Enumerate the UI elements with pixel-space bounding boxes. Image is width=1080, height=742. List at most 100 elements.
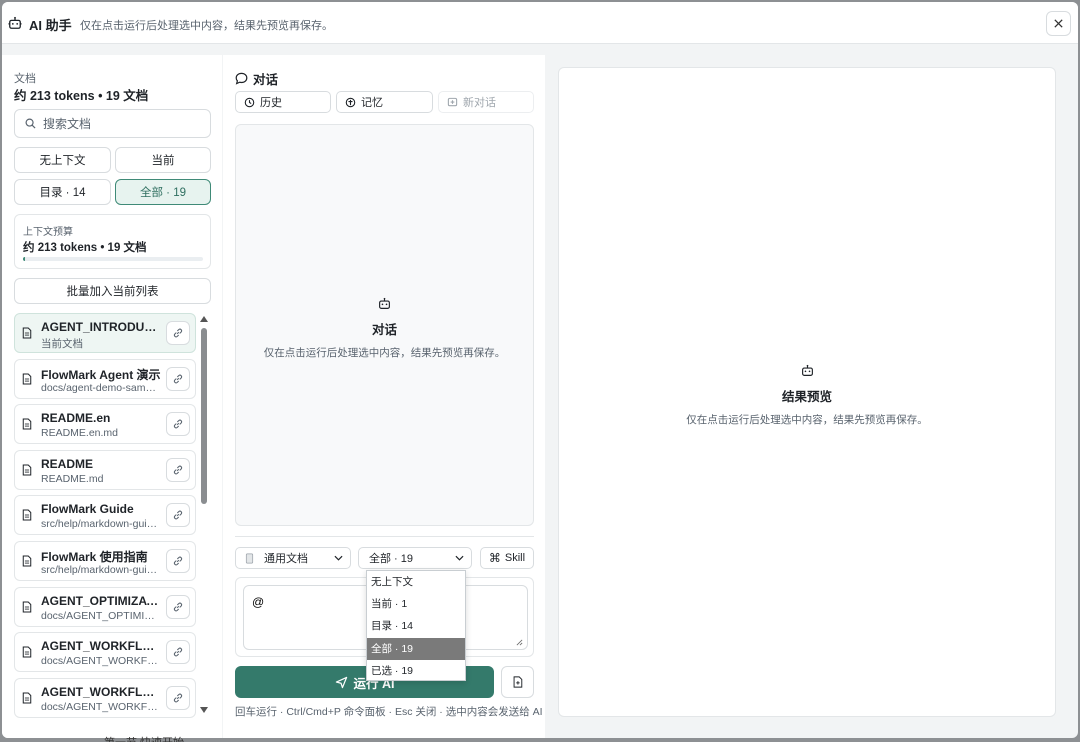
budget-value: 约 213 tokens • 19 文档 bbox=[23, 242, 147, 254]
history-button[interactable]: 历史 bbox=[235, 91, 331, 113]
chat-header: 对话 bbox=[235, 69, 278, 88]
document-icon bbox=[22, 373, 32, 388]
chevron-down-icon bbox=[455, 555, 464, 561]
document-title: AGENT_WORKFLOW bbox=[41, 639, 161, 654]
document-title: FlowMark Agent 演示 bbox=[41, 367, 161, 382]
document-icon bbox=[22, 601, 32, 616]
chat-empty-subtitle: 仅在点击运行后处理选中内容，结果先预览再保存。 bbox=[263, 347, 506, 359]
dropdown-option[interactable]: 无上下文 bbox=[367, 571, 465, 593]
document-title: README.en bbox=[41, 411, 111, 426]
document-path: docs/agent-demo-sample.md bbox=[41, 381, 159, 394]
scope-current-button[interactable]: 当前 bbox=[115, 147, 211, 173]
document-path: docs/AGENT_WORKFLOW.md bbox=[41, 700, 159, 713]
link-document-button[interactable] bbox=[166, 640, 190, 665]
link-document-button[interactable] bbox=[166, 366, 190, 391]
memory-label: 记忆 bbox=[361, 97, 383, 109]
documents-label: 文档 bbox=[14, 73, 36, 85]
document-list-item[interactable]: README README.md bbox=[14, 449, 196, 490]
attach-file-button[interactable] bbox=[501, 666, 534, 698]
document-search[interactable] bbox=[14, 109, 211, 138]
template-select-value: 通用文档 bbox=[264, 553, 308, 565]
scope-directory-button[interactable]: 目录 · 14 bbox=[14, 179, 111, 205]
document-icon bbox=[22, 327, 32, 342]
preview-empty-state: 结果预览 仅在点击运行后处理选中内容，结果先预览再保存。 bbox=[559, 364, 1055, 427]
document-title: FlowMark 使用指南 bbox=[41, 550, 148, 564]
scroll-up-arrow-icon[interactable] bbox=[200, 316, 208, 322]
batch-add-button[interactable]: 批量加入当前列表 bbox=[14, 278, 211, 304]
document-list-item[interactable]: AGENT_OPTIMIZATIONdocs/AGENT_OPTIMIZATIO… bbox=[14, 586, 196, 627]
link-document-button[interactable] bbox=[166, 321, 190, 345]
document-list-item[interactable]: AGENT_WORKFLOWdocs/AGENT_WORKFLOW.md bbox=[14, 677, 196, 718]
link-document-button[interactable] bbox=[166, 594, 190, 619]
dropdown-option[interactable]: 已选 · 19 bbox=[367, 660, 465, 682]
document-icon bbox=[22, 555, 32, 570]
link-document-button[interactable] bbox=[166, 549, 190, 573]
document-path: src/help/markdown-guide.md bbox=[41, 564, 159, 576]
document-path: docs/AGENT_WORKFLOW.md bbox=[41, 655, 159, 668]
scroll-down-arrow-icon[interactable] bbox=[200, 707, 208, 713]
document-list-item[interactable]: README.en README.en.md bbox=[14, 404, 196, 445]
close-icon bbox=[1054, 19, 1063, 28]
document-icon bbox=[245, 553, 254, 563]
link-icon bbox=[172, 646, 184, 658]
document-list-item[interactable]: FlowMark Agent 演示docs/agent-demo-sample.… bbox=[14, 358, 196, 399]
link-document-button[interactable] bbox=[166, 503, 190, 528]
document-list-item[interactable]: FlowMark 使用指南src/help/markdown-guide.md bbox=[14, 541, 196, 581]
search-input[interactable] bbox=[43, 115, 203, 133]
budget-label: 上下文预算 bbox=[23, 227, 73, 238]
template-select[interactable]: 通用文档 bbox=[235, 547, 351, 569]
document-list-item[interactable]: AGENT_INTRODUCTION 当前文档 bbox=[14, 313, 196, 353]
link-icon bbox=[172, 327, 184, 339]
close-button[interactable] bbox=[1046, 11, 1071, 36]
background-document-text: 第一节 快速开始 bbox=[104, 734, 184, 742]
document-icon bbox=[22, 464, 32, 479]
dropdown-option[interactable]: 全部 · 19 bbox=[367, 637, 465, 660]
history-icon bbox=[244, 97, 255, 107]
context-budget-card: 上下文预算 约 213 tokens • 19 文档 bbox=[14, 214, 211, 269]
scope-select[interactable]: 全部 · 19 bbox=[358, 547, 472, 569]
link-icon bbox=[172, 601, 184, 613]
chat-title: 对话 bbox=[253, 73, 279, 87]
new-chat-button[interactable]: 新对话 bbox=[438, 91, 534, 113]
title-bar: AI 助手 仅在点击运行后处理选中内容，结果先预览再保存。 bbox=[2, 2, 1078, 44]
result-preview-panel: 结果预览 仅在点击运行后处理选中内容，结果先预览再保存。 bbox=[558, 67, 1056, 717]
document-title: AGENT_OPTIMIZATION bbox=[41, 593, 161, 608]
scrollbar-thumb[interactable] bbox=[201, 328, 207, 504]
chat-bubble-icon bbox=[235, 72, 248, 85]
divider bbox=[235, 536, 534, 537]
chat-empty-state: 对话 仅在点击运行后处理选中内容，结果先预览再保存。 bbox=[236, 297, 533, 360]
document-path: README.md bbox=[41, 472, 104, 485]
link-document-button[interactable] bbox=[166, 457, 190, 482]
chat-empty-title: 对话 bbox=[371, 323, 397, 337]
link-document-button[interactable] bbox=[166, 685, 190, 710]
resize-grip-icon[interactable] bbox=[516, 639, 523, 646]
skill-button[interactable]: ⌘ Skill bbox=[480, 547, 534, 569]
document-path: README.en.md bbox=[41, 427, 119, 440]
document-icon bbox=[22, 418, 32, 433]
scope-none-button[interactable]: 无上下文 bbox=[14, 147, 111, 173]
chevron-down-icon bbox=[334, 555, 343, 561]
document-icon bbox=[22, 646, 32, 661]
document-title: README bbox=[41, 456, 94, 471]
dropdown-option[interactable]: 目录 · 14 bbox=[367, 615, 465, 637]
document-path: docs/AGENT_OPTIMIZATION.md bbox=[41, 609, 159, 622]
budget-progress-bar bbox=[23, 257, 203, 261]
link-icon bbox=[172, 509, 184, 521]
new-chat-label: 新对话 bbox=[463, 97, 496, 109]
document-list: AGENT_INTRODUCTION当前文档FlowMark Agent 演示d… bbox=[14, 313, 198, 733]
document-list-item[interactable]: FlowMark Guidesrc/help/markdown-guide.md bbox=[14, 495, 196, 536]
documents-stat: 约 213 tokens • 19 文档 bbox=[14, 89, 149, 103]
keyboard-hint: 回车运行 · Ctrl/Cmd+P 命令面板 · Esc 关闭 · 选中内容会发… bbox=[235, 706, 543, 718]
link-document-button[interactable] bbox=[166, 412, 190, 437]
memory-button[interactable]: 记忆 bbox=[336, 91, 433, 113]
history-label: 历史 bbox=[260, 97, 282, 109]
document-title: AGENT_INTRODUCTION bbox=[41, 320, 161, 334]
robot-icon bbox=[379, 297, 390, 309]
dropdown-option[interactable]: 当前 · 1 bbox=[367, 593, 465, 615]
scope-all-button[interactable]: 全部 · 19 bbox=[115, 179, 211, 205]
document-list-item[interactable]: AGENT_WORKFLOWdocs/AGENT_WORKFLOW.md bbox=[14, 632, 196, 673]
window-title: AI 助手 bbox=[29, 18, 72, 33]
link-icon bbox=[172, 692, 184, 704]
document-icon bbox=[22, 509, 32, 524]
budget-progress-fill bbox=[23, 257, 25, 261]
